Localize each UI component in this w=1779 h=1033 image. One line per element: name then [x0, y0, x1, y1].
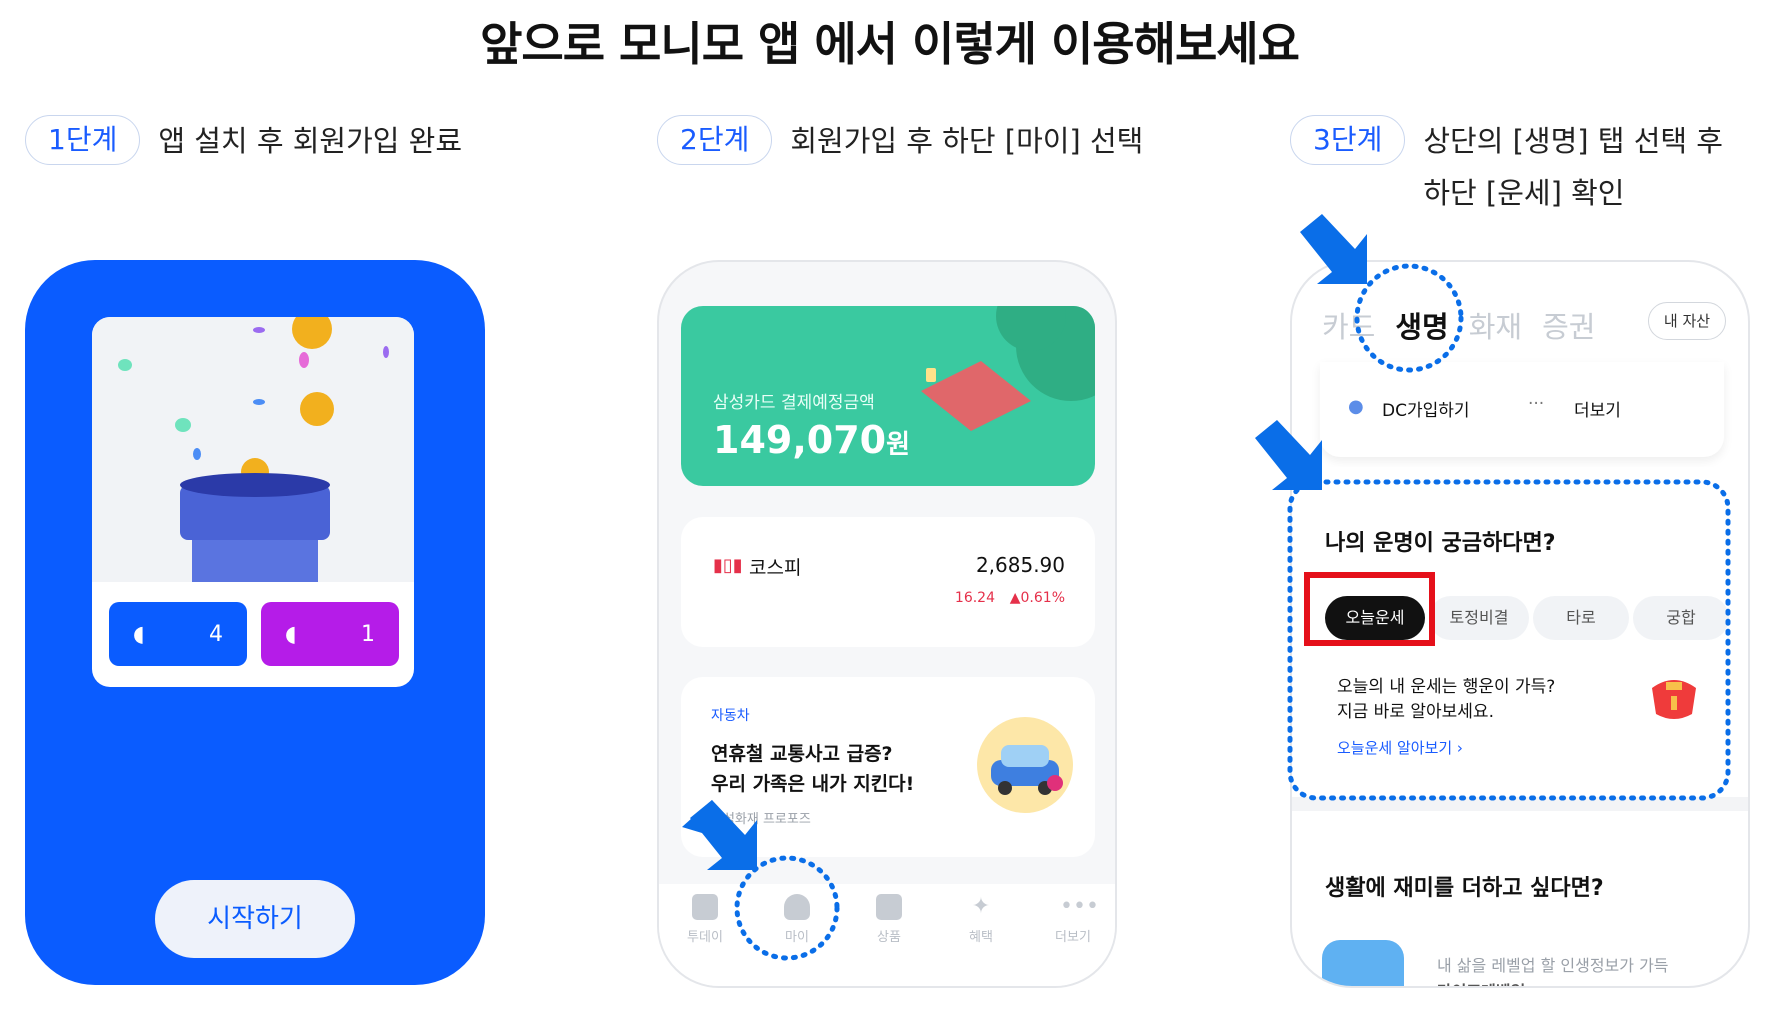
blue-count: 4	[209, 621, 223, 647]
car-insurance-card[interactable]: 자동차 연휴철 교통사고 급증? 우리 가족은 내가 지킨다! 삼성화재 프로포…	[681, 677, 1095, 857]
start-button[interactable]: 시작하기	[155, 880, 355, 958]
card-amount: 149,070원	[713, 418, 910, 462]
more-dots-icon: ···	[1528, 394, 1545, 414]
phone-1-screen: ◖ 4 ◖ 1 시작하기	[25, 260, 485, 985]
my-asset-button[interactable]: 내 자산	[1648, 302, 1726, 340]
chip-today-fortune[interactable]: 오늘운세	[1325, 596, 1425, 640]
kospi-value: 2,685.90	[975, 553, 1065, 577]
kospi-card[interactable]: ▮▯▮ 코스피 2,685.90 16.24 ▲0.61%	[681, 517, 1095, 647]
piggy-bank-icon: ●	[1348, 396, 1364, 417]
family-car-icon	[977, 717, 1073, 813]
phone-2-screen: 삼성카드 결제예정금액 149,070원 ▮▯▮ 코스피 2,685.90 16…	[657, 260, 1117, 988]
car-sub: 삼성화재 프로포즈	[711, 812, 811, 827]
fortune-link[interactable]: 오늘운세 알아보기 ›	[1337, 737, 1463, 758]
tab-products[interactable]: 상품	[854, 894, 924, 986]
tab-securities[interactable]: 증권	[1542, 304, 1595, 346]
bottom-tab-bar: 투데이 마이 상품 ✦ 혜택 ••• 더보기	[659, 884, 1115, 986]
fortune-line2: 지금 바로 알아보세요.	[1337, 702, 1494, 722]
dc-join-link[interactable]: DC가입하기	[1382, 396, 1470, 421]
candle-chart-icon: ▮▯▮	[713, 555, 743, 576]
card-payment-banner[interactable]: 삼성카드 결제예정금액 149,070원	[681, 306, 1095, 486]
step-3-desc-line2: 하단 [운세] 확인	[1423, 176, 1625, 210]
step-1: 1단계 앱 설치 후 회원가입 완료	[25, 115, 462, 167]
tab-fire[interactable]: 화재	[1469, 304, 1522, 346]
quick-menu: ● DC가입하기 ··· 더보기	[1320, 362, 1724, 457]
jelly-icon: ◖	[133, 621, 145, 647]
blue-counter: ◖ 4	[109, 602, 247, 666]
tab-more[interactable]: ••• 더보기	[1038, 894, 1108, 986]
tab-card[interactable]: 카드	[1322, 304, 1375, 346]
reward-card: ◖ 4 ◖ 1	[92, 317, 414, 687]
fun-subtitle: 내 삶을 레벨업 할 인생정보가 가득	[1437, 956, 1669, 975]
fortune-title: 나의 운명이 궁금하다면?	[1325, 531, 1556, 556]
section-divider	[1292, 797, 1748, 811]
purple-count: 1	[361, 621, 375, 647]
step-3-desc-line1: 상단의 [생명] 탭 선택 후	[1423, 124, 1723, 158]
phone-3-screen: 카드 생명 화재 증권 내 자산 ● DC가입하기 ··· 더보기 나의 운명이…	[1290, 260, 1750, 988]
fun-subtitle-2: 라이프레벨업	[1437, 978, 1525, 986]
chip-compatibility[interactable]: 궁합	[1633, 596, 1729, 640]
pipe-illustration	[92, 317, 414, 584]
tab-life[interactable]: 생명	[1395, 304, 1448, 346]
tab-today[interactable]: 투데이	[670, 894, 740, 986]
step-2-desc: 회원가입 후 하단 [마이] 선택	[790, 124, 1144, 158]
jelly-icon: ◖	[285, 621, 297, 647]
car-line1: 연휴철 교통사고 급증?	[711, 743, 893, 765]
top-tabs: 카드 생명 화재 증권	[1322, 304, 1596, 346]
kospi-label: 코스피	[749, 557, 802, 579]
car-line2: 우리 가족은 내가 지킨다!	[711, 773, 915, 795]
lucky-pouch-icon	[1652, 680, 1696, 719]
step-2: 2단계 회원가입 후 하단 [마이] 선택	[657, 115, 1143, 167]
bag-icon	[876, 894, 902, 920]
chip-tarot[interactable]: 타로	[1533, 596, 1629, 640]
car-tag: 자동차	[711, 708, 750, 724]
page-title: 앞으로 모니모 앱 에서 이렇게 이용해보세요	[480, 17, 1300, 71]
document-icon	[692, 894, 718, 920]
tab-my[interactable]: 마이	[762, 894, 832, 986]
kospi-change: 16.24	[954, 590, 995, 606]
purple-counter: ◖ 1	[261, 602, 399, 666]
party-icon: ✦	[971, 894, 991, 919]
step-1-desc: 앱 설치 후 회원가입 완료	[158, 124, 463, 158]
person-icon	[784, 894, 810, 920]
fun-title: 생활에 재미를 더하고 싶다면?	[1325, 876, 1604, 901]
card-label: 삼성카드 결제예정금액	[713, 393, 875, 413]
more-link[interactable]: 더보기	[1574, 396, 1621, 421]
step-2-badge: 2단계	[657, 115, 773, 165]
step-3-badge: 3단계	[1290, 115, 1406, 165]
camera-icon	[1322, 940, 1404, 986]
kospi-pct: ▲0.61%	[1009, 590, 1065, 606]
tab-benefits[interactable]: ✦ 혜택	[946, 894, 1016, 986]
coin-pipe-icon	[118, 317, 389, 584]
more-icon: •••	[1060, 894, 1099, 919]
fortune-line1: 오늘의 내 운세는 행운이 가득?	[1337, 677, 1556, 697]
fortune-section: 나의 운명이 궁금하다면? 오늘운세 토정비결 타로 궁합 오늘의 내 운세는 …	[1292, 467, 1748, 773]
step-3: 3단계 상단의 [생명] 탭 선택 후 하단 [운세] 확인	[1290, 115, 1723, 219]
chip-tojeong[interactable]: 토정비결	[1429, 596, 1529, 640]
step-1-badge: 1단계	[25, 115, 141, 165]
